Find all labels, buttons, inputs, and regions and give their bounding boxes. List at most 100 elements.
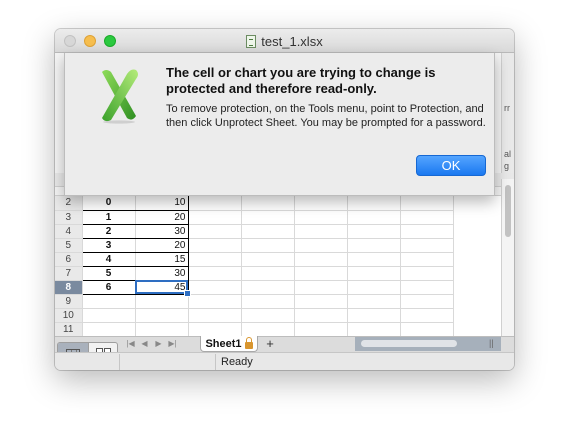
cell-empty[interactable] <box>294 238 348 253</box>
row-header[interactable]: 9 <box>55 294 83 309</box>
cell-empty[interactable] <box>294 294 348 309</box>
cell-b[interactable]: 30 <box>135 266 189 281</box>
cell-empty[interactable] <box>294 322 348 336</box>
cell-empty[interactable] <box>294 308 348 323</box>
cell-empty[interactable] <box>400 252 454 267</box>
cell-empty[interactable] <box>241 252 295 267</box>
cell-empty[interactable] <box>347 280 401 295</box>
cell-empty[interactable] <box>188 196 242 211</box>
add-sheet-button[interactable]: + <box>260 337 280 351</box>
cell-empty[interactable] <box>400 238 454 253</box>
cell-empty[interactable] <box>241 294 295 309</box>
row-header[interactable]: 7 <box>55 266 83 281</box>
status-bar <box>55 352 514 370</box>
cell-empty[interactable] <box>241 224 295 239</box>
window-title: test_1.xlsx <box>261 34 323 49</box>
horizontal-scroll-thumb[interactable] <box>361 340 457 347</box>
cell-a[interactable]: 0 <box>81 196 136 211</box>
previous-sheet-button[interactable]: ◀ <box>139 338 150 350</box>
vertical-scrollbar[interactable] <box>501 179 514 336</box>
cell-a[interactable]: 6 <box>81 280 136 295</box>
cell-empty[interactable] <box>188 322 242 336</box>
cell-empty[interactable] <box>347 224 401 239</box>
cell-empty[interactable] <box>400 196 454 211</box>
cell-empty[interactable] <box>188 280 242 295</box>
cell-empty[interactable] <box>188 224 242 239</box>
worksheet-grid[interactable]: 2 0 10 3 1 20 4 2 30 5 3 20 6 4 15 7 5 30 8 6 45 9 10 11 <box>55 195 501 336</box>
cell-empty[interactable] <box>294 280 348 295</box>
cell-b[interactable]: 45 <box>135 280 190 296</box>
cell-b[interactable] <box>135 294 189 309</box>
row-header[interactable]: 11 <box>55 322 83 336</box>
cell-empty[interactable] <box>400 322 454 336</box>
cell-empty[interactable] <box>400 308 454 323</box>
next-sheet-button[interactable]: ▶ <box>153 338 164 350</box>
cell-b[interactable] <box>135 322 189 336</box>
row-header[interactable]: 5 <box>55 238 83 253</box>
first-sheet-button[interactable]: |◀ <box>125 338 136 350</box>
cell-empty[interactable] <box>241 280 295 295</box>
cell-empty[interactable] <box>347 210 401 225</box>
cell-empty[interactable] <box>241 322 295 336</box>
cell-b[interactable]: 10 <box>135 196 189 211</box>
cell-empty[interactable] <box>400 294 454 309</box>
cell-empty[interactable] <box>294 252 348 267</box>
lock-icon <box>244 336 253 349</box>
cell-empty[interactable] <box>347 294 401 309</box>
cell-empty[interactable] <box>400 266 454 281</box>
vertical-scroll-thumb[interactable] <box>505 185 511 237</box>
cell-empty[interactable] <box>188 308 242 323</box>
cell-empty[interactable] <box>294 224 348 239</box>
cell-empty[interactable] <box>241 210 295 225</box>
cell-empty[interactable] <box>400 280 454 295</box>
cell-empty[interactable] <box>241 308 295 323</box>
cell-b[interactable]: 20 <box>135 210 189 225</box>
cell-empty[interactable] <box>347 266 401 281</box>
cell-a[interactable]: 3 <box>81 238 136 253</box>
cell-empty[interactable] <box>188 252 242 267</box>
cell-empty[interactable] <box>188 294 242 309</box>
row-header[interactable]: 10 <box>55 308 83 323</box>
row-header[interactable]: 2 <box>55 196 83 211</box>
split-handle-icon[interactable]: || <box>489 338 497 350</box>
status-divider <box>119 354 120 370</box>
row-header[interactable]: 6 <box>55 252 83 267</box>
cell-b[interactable]: 20 <box>135 238 189 253</box>
cell-empty[interactable] <box>400 210 454 225</box>
cell-empty[interactable] <box>347 238 401 253</box>
cell-a[interactable]: 1 <box>81 210 136 225</box>
cell-empty[interactable] <box>241 266 295 281</box>
cell-empty[interactable] <box>347 308 401 323</box>
cell-empty[interactable] <box>188 210 242 225</box>
cell-table[interactable]: 2 0 10 3 1 20 4 2 30 5 3 20 6 4 15 7 5 30 8 6 45 9 10 11 <box>55 196 454 336</box>
cell-empty[interactable] <box>347 252 401 267</box>
cell-empty[interactable] <box>294 266 348 281</box>
cell-b[interactable] <box>135 308 189 323</box>
title-bar[interactable]: test_1.xlsx <box>55 29 514 53</box>
cell-empty[interactable] <box>347 322 401 336</box>
table-row: 4 2 30 <box>55 224 454 239</box>
cell-b[interactable]: 15 <box>135 252 189 267</box>
cell-empty[interactable] <box>347 196 401 211</box>
sheet-tab-sheet1[interactable]: Sheet1 <box>200 336 258 352</box>
cell-empty[interactable] <box>294 196 348 211</box>
cell-a[interactable]: 5 <box>81 266 136 281</box>
cell-a[interactable]: 4 <box>81 252 136 267</box>
cell-b[interactable]: 30 <box>135 224 189 239</box>
cell-empty[interactable] <box>400 224 454 239</box>
cell-empty[interactable] <box>188 238 242 253</box>
status-text: Ready <box>221 356 253 368</box>
cell-a[interactable] <box>81 308 136 323</box>
cell-a[interactable] <box>81 322 136 336</box>
row-header[interactable]: 4 <box>55 224 83 239</box>
cell-empty[interactable] <box>241 238 295 253</box>
last-sheet-button[interactable]: ▶| <box>167 338 178 350</box>
ok-button[interactable]: OK <box>416 155 486 176</box>
row-header[interactable]: 3 <box>55 210 83 225</box>
row-header[interactable]: 8 <box>55 280 83 295</box>
cell-empty[interactable] <box>188 266 242 281</box>
cell-a[interactable] <box>81 294 136 309</box>
cell-empty[interactable] <box>294 210 348 225</box>
cell-empty[interactable] <box>241 196 295 211</box>
cell-a[interactable]: 2 <box>81 224 136 239</box>
